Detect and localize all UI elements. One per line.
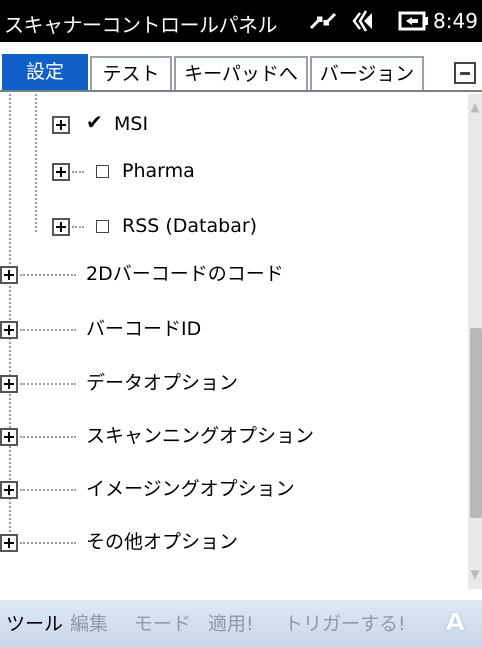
tab-divider: [0, 90, 482, 92]
volume-icon[interactable]: [352, 8, 386, 38]
tree-connector: [20, 329, 76, 331]
tree-node-scanning-options[interactable]: スキャンニングオプション: [0, 422, 400, 456]
tree-node-msi[interactable]: ✔ MSI: [0, 110, 300, 144]
expand-icon[interactable]: [0, 428, 18, 446]
window-title: スキャナーコントロールパネル: [4, 13, 278, 37]
tree-node-label: その他オプション: [86, 531, 239, 553]
scroll-up-icon[interactable]: ▲: [468, 100, 482, 120]
connection-icon[interactable]: [308, 8, 338, 38]
checkbox[interactable]: [96, 220, 109, 233]
scroll-thumb[interactable]: [470, 328, 482, 518]
expand-icon[interactable]: [0, 266, 18, 284]
tree-connector: [20, 542, 76, 544]
tree-node-label: スキャンニングオプション: [86, 425, 315, 447]
menu-trigger[interactable]: トリガーする!: [284, 611, 406, 637]
tab-settings[interactable]: 設定: [2, 54, 88, 92]
tree-node-barcode-id[interactable]: バーコードID: [0, 315, 400, 349]
expand-icon[interactable]: [0, 321, 18, 339]
menu-apply[interactable]: 適用!: [208, 611, 254, 637]
tree-node-2d-barcode[interactable]: 2Dバーコードのコード: [0, 260, 400, 294]
tree-connector: [20, 383, 76, 385]
tree-node-label: バーコードID: [86, 318, 202, 340]
tree-connector: [72, 226, 84, 228]
tree-node-label: 2Dバーコードのコード: [86, 263, 284, 285]
checkbox[interactable]: [96, 165, 109, 178]
tree-node-pharma[interactable]: Pharma: [0, 157, 300, 191]
battery-icon[interactable]: [398, 8, 430, 38]
tree-connector: [20, 436, 76, 438]
tree-node-data-options[interactable]: データオプション: [0, 369, 400, 403]
tree-view[interactable]: ✔ MSI Pharma RSS (Databar) 2Dバーコードのコード バ…: [0, 94, 470, 589]
tree-node-label: Pharma: [122, 160, 195, 182]
tree-connector: [20, 489, 76, 491]
scrollbar[interactable]: ▲ ▼: [468, 94, 482, 589]
title-bar: スキャナーコントロールパネル 8:49: [0, 0, 482, 42]
menu-edit[interactable]: 編集: [70, 611, 108, 637]
tree-node-rss[interactable]: RSS (Databar): [0, 212, 300, 246]
expand-icon[interactable]: [52, 116, 70, 134]
minimize-button[interactable]: [454, 62, 476, 84]
checkmark-icon[interactable]: ✔: [86, 110, 103, 134]
tree-node-imaging-options[interactable]: イメージングオプション: [0, 475, 400, 509]
expand-icon[interactable]: [0, 375, 18, 393]
tree-connector: [72, 171, 84, 173]
expand-icon[interactable]: [52, 218, 70, 236]
clock[interactable]: 8:49: [433, 9, 478, 33]
tree-node-other-options[interactable]: その他オプション: [0, 528, 400, 562]
menu-mode[interactable]: モード: [134, 611, 191, 637]
menu-bar: ツール 編集 モード 適用! トリガーする! A: [0, 600, 482, 647]
minus-icon: [460, 72, 470, 75]
menu-tools[interactable]: ツール: [6, 611, 63, 637]
tab-bar: 設定 テスト キーパッドへ バージョン: [0, 52, 482, 94]
tab-test[interactable]: テスト: [90, 56, 172, 90]
tree-node-label: イメージングオプション: [86, 478, 295, 500]
expand-icon[interactable]: [52, 163, 70, 181]
input-mode-icon[interactable]: A: [446, 608, 465, 636]
tree-node-label: MSI: [114, 113, 149, 135]
scroll-down-icon[interactable]: ▼: [468, 567, 482, 587]
expand-icon[interactable]: [0, 534, 18, 552]
tab-keypad[interactable]: キーパッドへ: [174, 56, 308, 90]
tab-version[interactable]: バージョン: [310, 56, 424, 90]
expand-icon[interactable]: [0, 481, 18, 499]
tree-node-label: RSS (Databar): [122, 215, 258, 237]
tree-connector: [20, 274, 76, 276]
app-window: スキャナーコントロールパネル 8:49 設定 テスト キーパッドへ バージョン …: [0, 0, 482, 647]
tree-node-label: データオプション: [86, 372, 239, 394]
